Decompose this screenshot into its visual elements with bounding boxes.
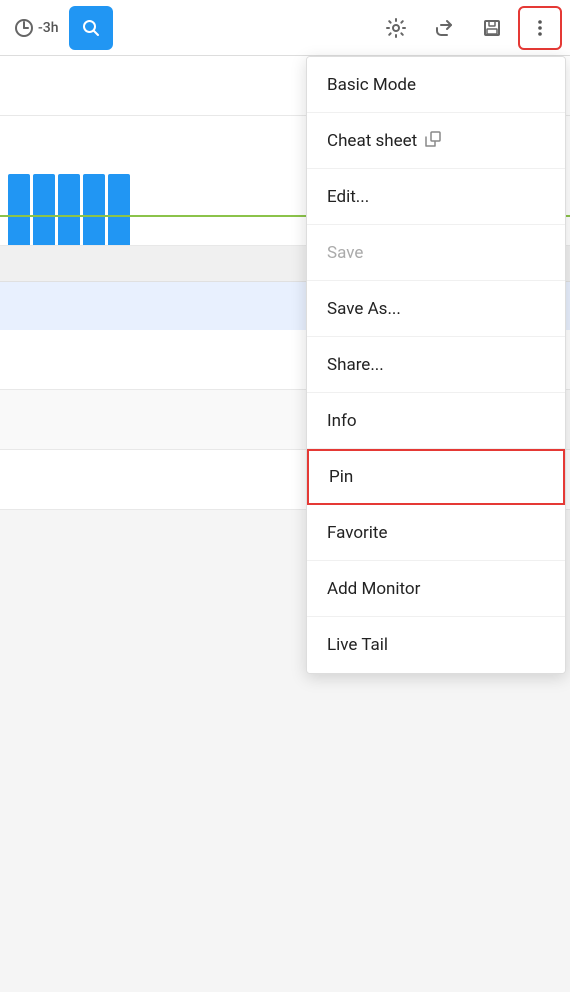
settings-button[interactable] [374, 6, 418, 50]
clock-icon [14, 18, 34, 38]
menu-item-save: Save [307, 225, 565, 281]
save-button[interactable] [470, 6, 514, 50]
dropdown-menu: Basic Mode Cheat sheet Edit... Save Save… [306, 56, 566, 674]
time-label: -3h [38, 20, 59, 36]
bar-1 [8, 174, 30, 245]
share-icon [434, 18, 454, 38]
share-button[interactable] [422, 6, 466, 50]
external-link-icon [425, 131, 441, 151]
menu-item-pin[interactable]: Pin [307, 449, 565, 505]
toolbar: -3h [0, 0, 570, 56]
more-button[interactable] [518, 6, 562, 50]
search-button[interactable] [69, 6, 113, 50]
menu-item-cheat-sheet[interactable]: Cheat sheet [307, 113, 565, 169]
bar-3 [58, 174, 80, 245]
menu-item-info[interactable]: Info [307, 393, 565, 449]
main-container: -3h [0, 0, 570, 992]
menu-item-basic-mode[interactable]: Basic Mode [307, 57, 565, 113]
menu-item-live-tail[interactable]: Live Tail [307, 617, 565, 673]
menu-item-add-monitor[interactable]: Add Monitor [307, 561, 565, 617]
menu-item-edit[interactable]: Edit... [307, 169, 565, 225]
bar-2 [33, 174, 55, 245]
search-icon [81, 18, 101, 38]
more-vertical-icon [530, 18, 550, 38]
menu-item-favorite[interactable]: Favorite [307, 505, 565, 561]
menu-item-save-as[interactable]: Save As... [307, 281, 565, 337]
floppy-icon [482, 18, 502, 38]
bar-5 [108, 174, 130, 245]
gear-icon [386, 18, 406, 38]
time-range[interactable]: -3h [8, 18, 65, 38]
bar-4 [83, 174, 105, 245]
menu-item-share[interactable]: Share... [307, 337, 565, 393]
